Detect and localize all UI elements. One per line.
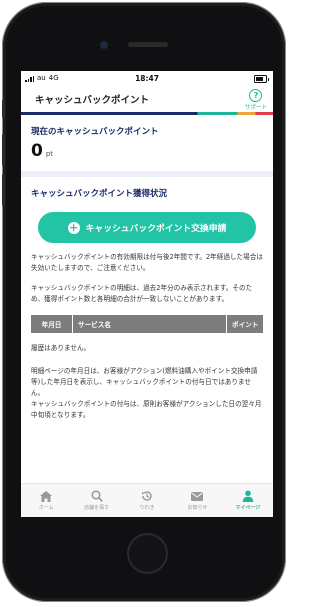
empty-history-message: 履歴はありません。 <box>31 344 91 352</box>
support-button[interactable]: ? サポート <box>244 88 267 111</box>
battery-icon <box>254 75 269 83</box>
column-points: ポイント <box>227 315 263 333</box>
clock: 18:47 <box>135 73 159 83</box>
exchange-application-button[interactable]: + キャッシュバックポイント交換申請 <box>38 212 256 243</box>
exchange-application-label: キャッシュバックポイント交換申請 <box>85 224 227 234</box>
grant-note: キャッシュバックポイントの付与は、原則お客様がアクションした日の翌々月中旬頃とな… <box>31 400 262 419</box>
volume-down-button <box>2 174 5 206</box>
earpiece-speaker <box>128 42 168 47</box>
column-date: 年月日 <box>31 315 73 333</box>
home-icon <box>39 490 53 502</box>
search-icon <box>90 490 104 502</box>
tab-label: マイページ <box>235 505 261 511</box>
current-points-card: 現在のキャッシュバックポイント 0 pt <box>21 115 273 177</box>
history-notice: キャッシュバックポイントの明細は、過去2年分のみ表示されます。そのため、獲得ポイ… <box>31 284 253 303</box>
app-header: キャッシュバックポイント ? サポート <box>21 85 273 112</box>
tab-label: お知らせ <box>187 505 208 511</box>
tab-label: 店舗を探す <box>84 505 110 511</box>
tab-label: りれき <box>139 505 155 511</box>
bottom-tab-bar: ホーム 店舗を探す りれき お知らせ マイページ <box>21 483 273 517</box>
page-title: キャッシュバックポイント <box>35 94 150 106</box>
column-service: サービス名 <box>73 315 227 333</box>
tab-label: ホーム <box>38 505 54 511</box>
phone-frame: au 4G 18:47 キャッシュバックポイント ? サポート 現在のキャッシュ… <box>2 2 286 602</box>
volume-up-button <box>2 134 5 166</box>
section-heading: キャッシュバックポイント獲得状況 <box>31 189 168 199</box>
plus-icon: + <box>67 220 80 234</box>
history-icon <box>140 490 154 502</box>
mute-switch <box>2 100 5 118</box>
points-number: 0 <box>31 141 43 161</box>
acquisition-section: キャッシュバックポイント獲得状況 + キャッシュバックポイント交換申請 キャッシ… <box>21 177 273 421</box>
help-icon: ? <box>249 88 263 102</box>
status-bar: au 4G 18:47 <box>21 71 273 85</box>
points-unit: pt <box>45 150 54 158</box>
app-screen: au 4G 18:47 キャッシュバックポイント ? サポート 現在のキャッシュ… <box>21 71 273 517</box>
tab-history[interactable]: りれき <box>122 484 172 517</box>
tab-notifications[interactable]: お知らせ <box>172 484 222 517</box>
home-button[interactable] <box>127 533 168 574</box>
front-camera <box>100 41 108 49</box>
expiry-notice: キャッシュバックポイントの有効期限は付与後2年間です。2年経過した場合は失効いた… <box>31 253 263 272</box>
mail-icon <box>190 490 204 502</box>
current-points-label: 現在のキャッシュバックポイント <box>31 127 159 137</box>
tab-store-search[interactable]: 店舗を探す <box>71 484 121 517</box>
person-icon <box>241 490 255 502</box>
current-points-value: 0 pt <box>31 141 263 161</box>
date-note: 明細ページの年月日は、お客様がアクション(燃料油購入やポイント交換申請等)した年… <box>31 367 258 397</box>
support-label: サポート <box>244 104 267 111</box>
history-table-header: 年月日 サービス名 ポイント <box>31 315 263 333</box>
tab-mypage[interactable]: マイページ <box>223 484 273 517</box>
tab-home[interactable]: ホーム <box>21 484 71 517</box>
